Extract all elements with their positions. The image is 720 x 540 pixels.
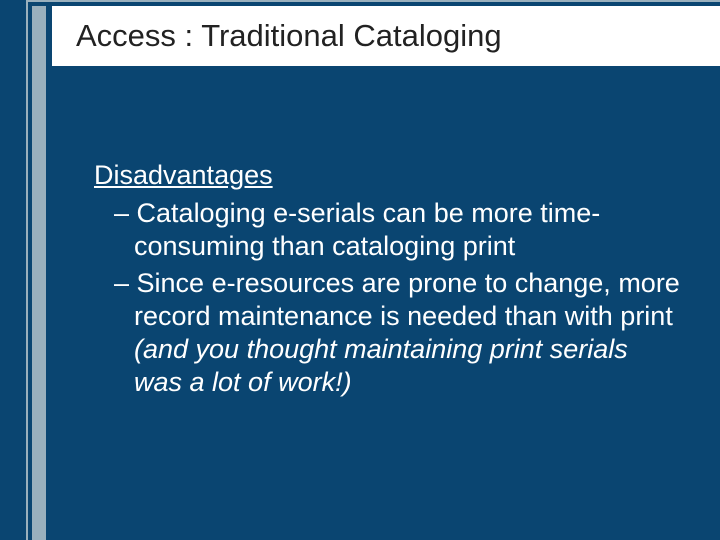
bullet-text: Cataloging e-serials can be more time-co… bbox=[134, 198, 600, 261]
slide-title: Access : Traditional Cataloging bbox=[76, 18, 502, 54]
title-bar: Access : Traditional Cataloging bbox=[52, 6, 720, 68]
bullet-item: – Since e-resources are prone to change,… bbox=[94, 267, 680, 399]
section-heading: Disadvantages bbox=[94, 160, 680, 191]
slide-content: Disadvantages – Cataloging e-serials can… bbox=[94, 160, 680, 403]
bullet-italic: (and you thought maintaining print seria… bbox=[134, 334, 628, 397]
bullet-dash: – bbox=[114, 268, 137, 298]
slide-side-stripe bbox=[32, 6, 46, 540]
bullet-text: Since e-resources are prone to change, m… bbox=[134, 268, 680, 331]
bullet-item: – Cataloging e-serials can be more time-… bbox=[94, 197, 680, 263]
bullet-dash: – bbox=[114, 198, 137, 228]
